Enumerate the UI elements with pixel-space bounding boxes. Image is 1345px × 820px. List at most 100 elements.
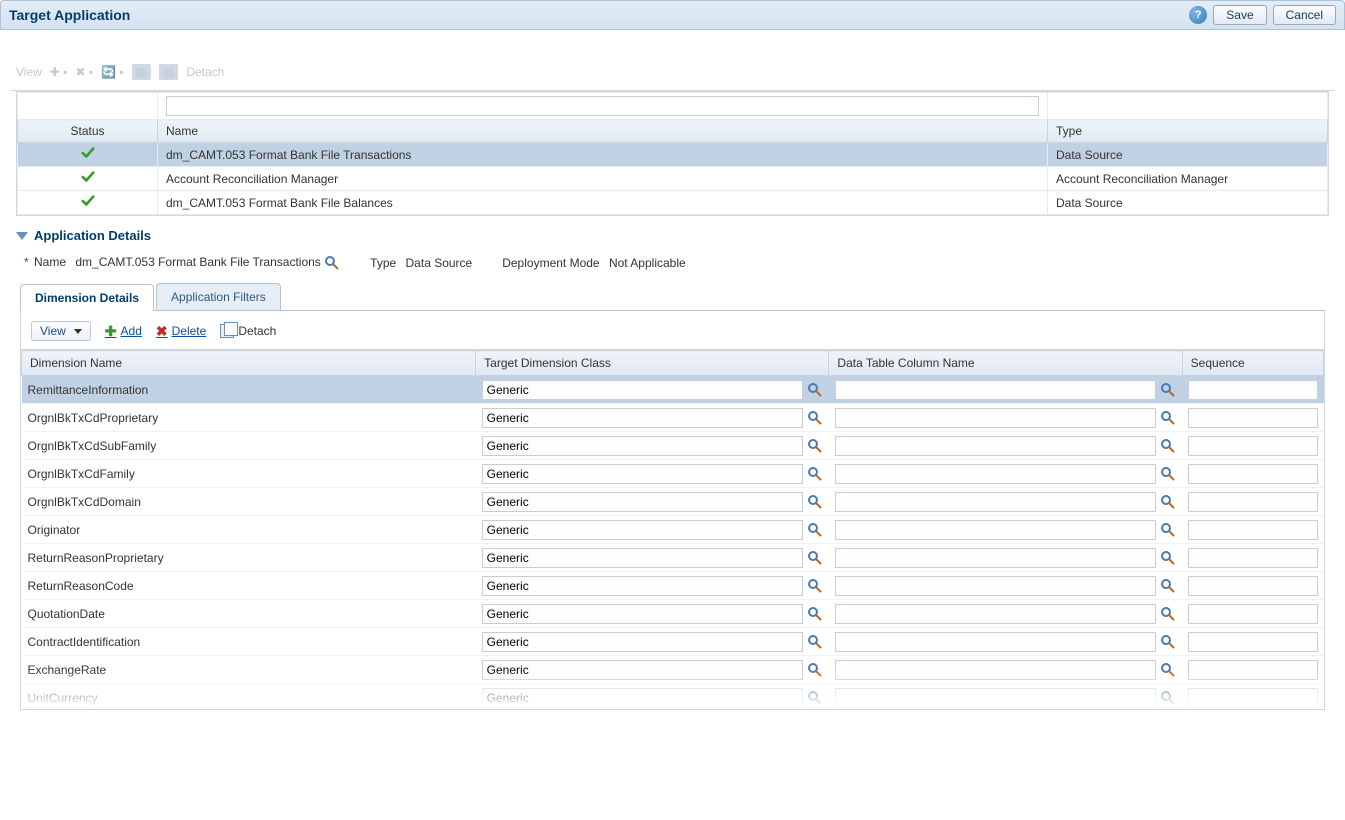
- col-type[interactable]: Type: [1048, 120, 1328, 143]
- data-col-input[interactable]: [835, 380, 1156, 400]
- lookup-icon[interactable]: [807, 578, 823, 594]
- lookup-icon[interactable]: [1160, 438, 1176, 454]
- lookup-icon[interactable]: [1160, 494, 1176, 510]
- lookup-icon[interactable]: [1160, 634, 1176, 650]
- table-row[interactable]: OrgnlBkTxCdFamily: [22, 460, 1324, 488]
- help-icon[interactable]: ?: [1189, 6, 1207, 24]
- table-row[interactable]: ContractIdentification: [22, 628, 1324, 656]
- target-class-input[interactable]: [482, 492, 803, 512]
- lookup-icon[interactable]: [1160, 522, 1176, 538]
- col-sequence[interactable]: Sequence: [1182, 351, 1323, 376]
- sequence-input[interactable]: [1188, 604, 1317, 624]
- data-col-input[interactable]: [835, 436, 1156, 456]
- sequence-input[interactable]: [1188, 548, 1317, 568]
- col-status[interactable]: Status: [18, 120, 158, 143]
- delete-icon[interactable]: ✖ ▪: [75, 65, 93, 79]
- lookup-icon[interactable]: [807, 634, 823, 650]
- delete-button[interactable]: ✖ Delete: [156, 323, 206, 340]
- table-row[interactable]: ReturnReasonProprietary: [22, 544, 1324, 572]
- lookup-icon[interactable]: [1160, 578, 1176, 594]
- table-row[interactable]: dm_CAMT.053 Format Bank File Transaction…: [18, 143, 1328, 167]
- lookup-icon[interactable]: [1160, 410, 1176, 426]
- save-button[interactable]: Save: [1213, 5, 1266, 25]
- table-row[interactable]: RemittanceInformation: [22, 376, 1324, 404]
- col-data-col[interactable]: Data Table Column Name: [829, 351, 1182, 376]
- lookup-icon[interactable]: [807, 438, 823, 454]
- target-class-input[interactable]: [482, 548, 803, 568]
- detach-button[interactable]: Detach: [220, 324, 276, 338]
- lookup-icon[interactable]: [807, 494, 823, 510]
- target-class-input[interactable]: [482, 408, 803, 428]
- target-class-input[interactable]: [482, 688, 803, 708]
- lookup-icon[interactable]: [807, 606, 823, 622]
- detach-icon[interactable]: ▥: [159, 64, 178, 80]
- sequence-input[interactable]: [1188, 492, 1317, 512]
- data-col-input[interactable]: [835, 604, 1156, 624]
- tab-dimension-details[interactable]: Dimension Details: [20, 284, 154, 311]
- sequence-input[interactable]: [1188, 576, 1317, 596]
- sequence-input[interactable]: [1188, 660, 1317, 680]
- sequence-input[interactable]: [1188, 464, 1317, 484]
- target-class-input[interactable]: [482, 380, 803, 400]
- sequence-input[interactable]: [1188, 408, 1317, 428]
- table-row[interactable]: Originator: [22, 516, 1324, 544]
- table-row[interactable]: Account Reconciliation ManagerAccount Re…: [18, 167, 1328, 191]
- col-name[interactable]: Name: [158, 120, 1048, 143]
- name-lookup-icon[interactable]: [324, 255, 340, 271]
- table-row[interactable]: ReturnReasonCode: [22, 572, 1324, 600]
- col-target-class[interactable]: Target Dimension Class: [476, 351, 829, 376]
- app-details-header[interactable]: Application Details: [16, 228, 1329, 243]
- sequence-input[interactable]: [1188, 632, 1317, 652]
- lookup-icon[interactable]: [1160, 690, 1176, 706]
- target-class-input[interactable]: [482, 604, 803, 624]
- tab-application-filters[interactable]: Application Filters: [156, 283, 281, 310]
- filter-name-input[interactable]: [166, 96, 1039, 116]
- sequence-input[interactable]: [1188, 688, 1317, 708]
- lookup-icon[interactable]: [807, 382, 823, 398]
- table-row[interactable]: OrgnlBkTxCdProprietary: [22, 404, 1324, 432]
- add-icon[interactable]: ✚ ▪: [50, 65, 68, 79]
- lookup-icon[interactable]: [1160, 606, 1176, 622]
- target-class-input[interactable]: [482, 632, 803, 652]
- lookup-icon[interactable]: [807, 522, 823, 538]
- cancel-button[interactable]: Cancel: [1273, 5, 1336, 25]
- data-col-input[interactable]: [835, 464, 1156, 484]
- refresh-icon[interactable]: 🔄 ▪: [101, 65, 124, 79]
- target-class-input[interactable]: [482, 576, 803, 596]
- col-dim-name[interactable]: Dimension Name: [22, 351, 476, 376]
- data-col-input[interactable]: [835, 548, 1156, 568]
- lookup-icon[interactable]: [1160, 382, 1176, 398]
- table-row[interactable]: QuotationDate: [22, 600, 1324, 628]
- add-button[interactable]: ✚ Add: [105, 323, 142, 340]
- toolbar-icon-a[interactable]: ▦: [132, 64, 151, 80]
- disclosure-triangle-icon[interactable]: [16, 232, 28, 240]
- target-class-input[interactable]: [482, 464, 803, 484]
- data-col-input[interactable]: [835, 520, 1156, 540]
- target-class-input[interactable]: [482, 520, 803, 540]
- data-col-input[interactable]: [835, 632, 1156, 652]
- data-col-input[interactable]: [835, 408, 1156, 428]
- lookup-icon[interactable]: [807, 690, 823, 706]
- table-row[interactable]: dm_CAMT.053 Format Bank File BalancesDat…: [18, 191, 1328, 215]
- lookup-icon[interactable]: [807, 662, 823, 678]
- table-row[interactable]: OrgnlBkTxCdSubFamily: [22, 432, 1324, 460]
- target-class-input[interactable]: [482, 660, 803, 680]
- lookup-icon[interactable]: [1160, 550, 1176, 566]
- view-menu-ghost[interactable]: View: [16, 65, 42, 79]
- sequence-input[interactable]: [1188, 436, 1317, 456]
- target-class-input[interactable]: [482, 436, 803, 456]
- table-row[interactable]: OrgnlBkTxCdDomain: [22, 488, 1324, 516]
- data-col-input[interactable]: [835, 492, 1156, 512]
- lookup-icon[interactable]: [807, 466, 823, 482]
- data-col-input[interactable]: [835, 576, 1156, 596]
- sequence-input[interactable]: [1188, 520, 1317, 540]
- lookup-icon[interactable]: [807, 410, 823, 426]
- data-col-input[interactable]: [835, 660, 1156, 680]
- table-row[interactable]: UnitCurrency: [22, 684, 1324, 710]
- sequence-input[interactable]: [1188, 380, 1317, 400]
- data-col-input[interactable]: [835, 688, 1156, 708]
- view-menu[interactable]: View: [31, 321, 91, 341]
- table-row[interactable]: ExchangeRate: [22, 656, 1324, 684]
- lookup-icon[interactable]: [1160, 466, 1176, 482]
- lookup-icon[interactable]: [807, 550, 823, 566]
